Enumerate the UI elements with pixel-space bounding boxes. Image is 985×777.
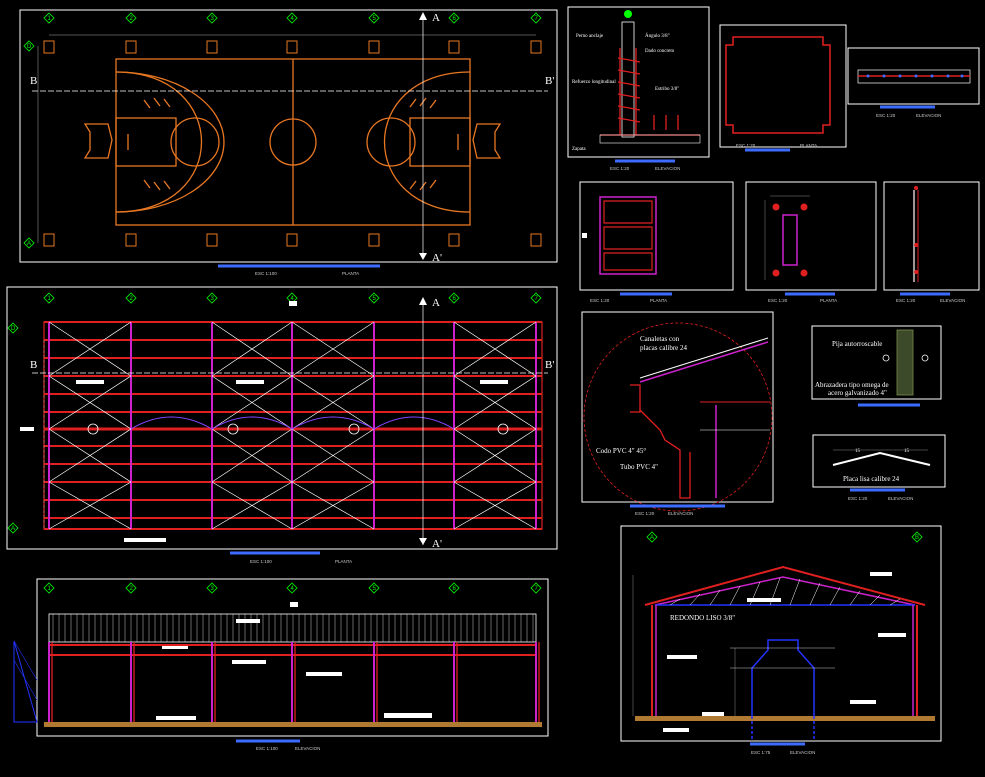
column-base-detail-panel: Perno anclaje Ángulo 3/8" Dado concreto … [567,6,710,171]
column-rebar [600,48,700,136]
roof-section-b: B [30,359,37,371]
gutter-label-1: Canaletas con [640,335,680,343]
ridge-view: ELEVACION [888,496,913,501]
grid-marker-d: D [27,44,32,50]
purlin-view: ELEVACION [916,113,941,118]
ridge-label: Placa lisa calibre 24 [843,475,900,483]
anchor-elevation-scale: ESC 1:20 [896,298,916,303]
gutter-scale: ESC 1:20 [635,511,655,516]
base-plate-frame [719,24,847,148]
roof-section-b-prime: B' [545,359,554,371]
anchor-plan-scale: ESC 1:20 [768,298,788,303]
gutter-label-1b: placas calibre 24 [640,344,688,352]
gutter-label-3: Tubo PVC 4" [620,463,658,471]
screw-label-1: Pija autorroscable [832,340,882,348]
purlin-detail-panel: ESC 1:20 ELEVACION [847,47,980,118]
label-rebar: Refuerzo longitudinal [572,80,616,85]
ridge-scale: ESC 1:20 [848,496,868,501]
cross-section-note: REDONDO LISO 3/8" [670,614,735,622]
cross-section-scale: ESC 1:75 [751,750,771,755]
side-elevation-scale: ESC 1:100 [256,746,278,751]
section-mark-b-prime: B' [545,75,554,87]
base-plate-scale: ESC 1:20 [736,143,756,148]
anchor-elevation-view: ELEVACION [940,298,965,303]
ridge-dim-left: 15 [855,449,861,454]
side-elevation-panel: 1 2 3 4 5 6 7 ESC 1:100 ELEVACION [13,578,549,751]
stirrup-plan-scale: ESC 1:20 [590,298,610,303]
roof-plan-panel: 1 2 3 4 5 6 7 D A B B' A A' ESC 1:100 PL… [6,286,558,564]
cross-truss-web [669,577,901,606]
court-plan-view: PLANTA [342,271,359,276]
roof-section-a-prime: A' [432,538,442,550]
cross-section-view: ELEVACION [790,750,815,755]
gutter-label-2: Codo PVC 4" 45° [596,447,646,455]
basketball-court [83,58,502,226]
roof-section-a: A [432,297,440,309]
grid-marker-a: A [27,241,31,247]
anchor-plan-frame [745,181,877,291]
section-mark-a-prime: A' [432,252,442,264]
section-mark-b: B [30,75,37,87]
roof-plan-scale: ESC 1:100 [250,559,272,564]
roof-grid-a: A [11,526,15,532]
stirrup-plan-view: PLANTA [650,298,667,303]
ridge-cap-panel: 15 15 Placa lisa calibre 24 ESC 1:20 ELE… [812,434,946,501]
cross-grid-a: A [650,535,654,541]
base-plate-view: PLANTA [800,143,817,148]
base-plate-panel: ESC 1:20 PLANTA [719,24,847,152]
side-elevation-view: ELEVACION [295,746,320,751]
anchor-elevation-frame [883,181,980,291]
cross-grid-b: B [915,535,919,541]
column-base-scale: ESC 1:20 [610,166,630,171]
cad-drawing-sheet: 1 2 3 4 5 6 7 D A B B' A A' ESC 1:100 PL… [6,6,980,755]
column-base-labels: Perno anclaje Ángulo 3/8" Dado concreto … [572,33,679,152]
section-mark-a: A [432,12,440,24]
screw-detail-panel: Pija autorroscable Abrazadera tipo omega… [811,325,942,407]
cross-section-panel: A B REDONDO LISO 3/8" ESC 1:75 ELEVACION [620,525,942,755]
court-plan-panel: 1 2 3 4 5 6 7 D A B B' A A' ESC 1:100 PL… [19,9,558,276]
gutter-view: ELEVACION [668,511,693,516]
label-stirrup: Estribo 3/8" [655,87,679,92]
roof-grid-d: D [11,326,16,332]
label-footing: Zapata [572,147,586,152]
roof-plan-frame [6,286,558,550]
roof-plan-view: PLANTA [335,559,352,564]
ridge-dim-right: 15 [904,449,910,454]
roof-sheeting-hatch [52,614,534,642]
screw-label-3: acero galvanizado 4" [828,389,887,397]
court-grid-markers: 1 2 3 4 5 6 7 D A [23,12,542,249]
label-angle: Ángulo 3/8" [645,33,670,39]
roof-trusses [48,322,537,529]
purlin-scale: ESC 1:20 [876,113,896,118]
label-anchor-bolt: Perno anclaje [576,34,604,39]
court-plan-scale: ESC 1:100 [255,271,277,276]
column-base-view: ELEVACION [655,166,680,171]
stirrup-plan-panel: ESC 1:20 PLANTA [579,181,734,303]
screw-label-2: Abrazadera tipo omega de [815,381,889,389]
gutter-detail-panel: Canaletas con placas calibre 24 Codo PVC… [581,311,774,516]
elev-grid-markers: 1 2 3 4 5 6 7 [43,582,542,594]
label-concrete-block: Dado concreto [645,49,675,54]
court-plan-frame [19,9,558,263]
anchor-plan-panel: ESC 1:20 PLANTA [745,181,877,303]
anchor-elevation-panel: ESC 1:20 ELEVACION [883,181,980,303]
anchor-plan-view: PLANTA [820,298,837,303]
